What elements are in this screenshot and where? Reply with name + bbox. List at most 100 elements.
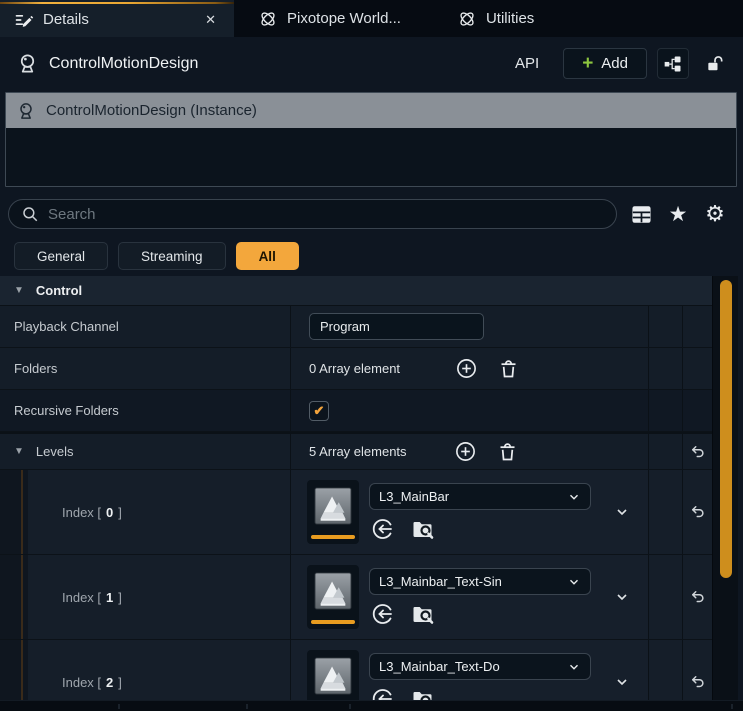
collapse-triangle-icon[interactable]: ▼: [14, 446, 24, 457]
recursive-folders-checkbox[interactable]: ✔: [309, 401, 329, 421]
pixotope-atom-icon: [258, 9, 278, 29]
expand-row-chevron-icon[interactable]: [614, 674, 630, 690]
close-tab-icon[interactable]: ✕: [201, 11, 220, 28]
index-number: 0: [106, 505, 113, 520]
details-pencil-icon: [14, 10, 34, 30]
search-toolbar: ★ ⚙: [629, 202, 727, 226]
chevron-down-icon: [567, 575, 581, 589]
checkmark-icon: ✔: [314, 404, 325, 417]
property-table: ▼ Control Playback Channel Folders 0 Arr…: [0, 276, 712, 700]
reset-to-default-icon[interactable]: [689, 503, 707, 521]
row-playback-channel: Playback Channel: [0, 306, 712, 348]
instance-row-selected[interactable]: ControlMotionDesign (Instance): [6, 93, 736, 128]
browse-to-asset-icon[interactable]: [410, 517, 435, 541]
row-folders: Folders 0 Array element: [0, 348, 712, 390]
add-element-icon[interactable]: [455, 357, 478, 380]
details-panel-window: Details ✕ Pixotope World... Utilities: [0, 0, 743, 711]
index-number: 2: [106, 675, 113, 690]
index-number: 1: [106, 590, 113, 605]
use-selected-asset-icon[interactable]: [371, 602, 395, 626]
level-asset-thumbnail[interactable]: [307, 565, 359, 629]
level-asset-thumbnail[interactable]: [307, 650, 359, 700]
column-view-icon[interactable]: [629, 202, 653, 226]
level-asset-dropdown[interactable]: L3_MainBar: [369, 483, 591, 510]
filter-general-button[interactable]: General: [14, 242, 108, 270]
expand-row-chevron-icon[interactable]: [614, 589, 630, 605]
chevron-down-icon: [567, 490, 581, 504]
chevron-down-icon: [567, 660, 581, 674]
row-recursive-folders: Recursive Folders ✔: [0, 390, 712, 432]
vertical-scrollbar[interactable]: [712, 276, 738, 700]
clear-array-trash-icon[interactable]: [498, 358, 519, 380]
index-label: ]: [118, 505, 122, 520]
array-count: 0 Array element: [309, 361, 400, 376]
tab-utilities[interactable]: Utilities: [443, 0, 548, 37]
section-header-control[interactable]: ▼ Control: [0, 276, 712, 306]
array-count: 5 Array elements: [309, 444, 407, 459]
expand-row-chevron-icon[interactable]: [614, 504, 630, 520]
instance-list-panel: ControlMotionDesign (Instance): [5, 92, 737, 187]
instance-label: ControlMotionDesign (Instance): [46, 102, 257, 119]
level-asset-dropdown[interactable]: L3_Mainbar_Text-Sin: [369, 568, 591, 595]
section-title: Control: [36, 283, 82, 298]
index-label: ]: [118, 590, 122, 605]
selected-asset-label: L3_Mainbar_Text-Do: [379, 659, 567, 674]
actor-header: ControlMotionDesign API + Add: [0, 37, 743, 90]
selected-asset-label: L3_Mainbar_Text-Sin: [379, 574, 567, 589]
scrollbar-thumb[interactable]: [720, 280, 732, 578]
add-element-icon[interactable]: [454, 440, 477, 463]
add-button[interactable]: + Add: [563, 48, 647, 79]
plus-icon: +: [582, 54, 593, 73]
index-label: Index [: [62, 505, 101, 520]
filter-all-button[interactable]: All: [236, 242, 299, 270]
row-level-index-1: Index [ 1 ]: [0, 555, 712, 640]
level-asset-dropdown[interactable]: L3_Mainbar_Text-Do: [369, 653, 591, 680]
use-selected-asset-icon[interactable]: [371, 517, 395, 541]
index-label: Index [: [62, 675, 101, 690]
row-level-index-0: Index [ 0 ]: [0, 470, 712, 555]
clear-array-trash-icon[interactable]: [497, 441, 518, 463]
api-label[interactable]: API: [515, 55, 539, 72]
search-box[interactable]: [8, 199, 617, 229]
tab-label: Pixotope World...: [287, 10, 401, 27]
property-label: Levels: [36, 444, 74, 459]
bottom-panel-edge: [0, 700, 743, 711]
reset-to-default-icon[interactable]: [689, 588, 707, 606]
settings-gear-icon[interactable]: ⚙: [703, 202, 727, 226]
level-asset-thumbnail[interactable]: [307, 480, 359, 544]
property-label: Recursive Folders: [0, 390, 290, 431]
index-label: ]: [118, 675, 122, 690]
property-label: Folders: [0, 348, 290, 389]
row-levels: ▼ Levels 5 Array elements: [0, 432, 712, 470]
reset-to-default-icon[interactable]: [689, 443, 707, 461]
actor-title: ControlMotionDesign: [49, 55, 505, 73]
tab-bar: Details ✕ Pixotope World... Utilities: [0, 0, 743, 37]
selected-asset-label: L3_MainBar: [379, 489, 567, 504]
row-level-index-2: Index [ 2 ]: [0, 640, 712, 700]
favorites-star-icon[interactable]: ★: [666, 202, 690, 226]
blueprint-hierarchy-icon[interactable]: [657, 48, 689, 79]
browse-to-asset-icon[interactable]: [410, 602, 435, 626]
asset-type-color-strip: [311, 535, 355, 539]
tab-label: Details: [43, 11, 184, 28]
browse-to-asset-icon[interactable]: [410, 687, 435, 700]
search-input[interactable]: [48, 206, 604, 223]
use-selected-asset-icon[interactable]: [371, 687, 395, 700]
reset-to-default-icon[interactable]: [689, 673, 707, 691]
pawn-actor-icon: [16, 101, 36, 121]
pixotope-atom-icon: [457, 9, 477, 29]
asset-type-color-strip: [311, 620, 355, 624]
properties-body: ▼ Control Playback Channel Folders 0 Arr…: [0, 276, 743, 700]
property-label: Playback Channel: [0, 306, 290, 347]
tab-label: Utilities: [486, 10, 534, 27]
tab-pixotope-world[interactable]: Pixotope World...: [244, 0, 415, 37]
search-icon: [21, 205, 39, 223]
collapse-triangle-icon[interactable]: ▼: [14, 285, 24, 296]
filter-row: General Streaming All: [0, 236, 743, 276]
pawn-actor-icon: [16, 52, 39, 75]
add-button-label: Add: [601, 55, 628, 72]
filter-streaming-button[interactable]: Streaming: [118, 242, 226, 270]
tab-details[interactable]: Details ✕: [0, 0, 234, 37]
playback-channel-input[interactable]: [309, 313, 484, 340]
unlocked-icon[interactable]: [699, 48, 731, 79]
